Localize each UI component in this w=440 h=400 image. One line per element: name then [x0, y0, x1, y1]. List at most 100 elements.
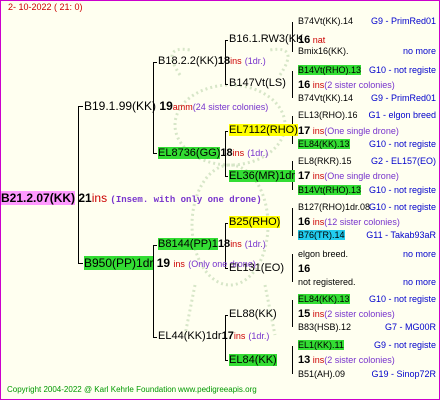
l4-tail: G7 - MG00R — [384, 322, 436, 332]
l4-tail: G10 - not registe — [368, 294, 436, 304]
l4-row-3[interactable]: B14Vt(RHO).13 G10 - not registe — [298, 65, 438, 75]
root-node[interactable]: B21.2.07(KK) 21ins (Insem. with only one… — [1, 191, 262, 205]
footer-copyright: Copyright 2004-2022 @ Karl Kehrle Founda… — [7, 385, 177, 394]
l3-tag-num: 16 — [298, 34, 311, 46]
l4-mid-num: 13 — [298, 354, 311, 366]
l4-tail: G2 - EL157(EO) — [370, 156, 436, 166]
l4-mid-6: 13 ins(2 sister colonies) — [298, 355, 395, 366]
l1-id: B19.1.99(KK) — [84, 99, 157, 113]
l2-id: B8144(PP)1 — [158, 238, 218, 250]
l4-mid-note: (2 sister colonies) — [324, 309, 395, 319]
l4-row-15[interactable]: EL1(KK).11 G9 - not registe — [298, 340, 438, 350]
l4-mid-note: (12 sister colonies) — [324, 217, 400, 227]
l4-tail: G10 - not registe — [368, 139, 436, 149]
l4-row-2[interactable]: Bmix16(KK). no more — [298, 47, 438, 56]
l3-id: EL88(KK) — [229, 308, 277, 320]
l2-id: EL8736(GG) — [158, 147, 221, 159]
l4-row-1[interactable]: B74Vt(KK).14 G9 - PrimRed01 — [298, 17, 438, 26]
l4-tail: G11 - Takab93aR — [366, 230, 436, 240]
l3-node-5[interactable]: B25(RHO) — [229, 216, 281, 228]
l3-node-8[interactable]: EL84(KK) — [229, 354, 277, 366]
l1-hline-bottom — [78, 263, 83, 264]
l2-node-1[interactable]: B18.2.2(KK)18ins (1dr.) — [158, 56, 266, 67]
l2-hline-b1 — [153, 245, 157, 246]
l4-id: B14Vt(RHO).13 — [298, 65, 362, 75]
l4-tail: G1 - elgon breed — [368, 110, 436, 120]
l4-id: B83(HSB).12 — [298, 322, 352, 332]
l2-ins: ins — [233, 331, 246, 341]
l4-mid-note: (2 sister colonies) — [324, 80, 395, 90]
l4-row-16[interactable]: B51(AH).09 G19 - Sinop72R — [298, 370, 438, 379]
l4-tail: no more — [402, 277, 436, 287]
l4-row-14[interactable]: B83(HSB).12 G7 - MG00R — [298, 323, 438, 332]
l4-mid-2: 17 ins(One single drone) — [298, 171, 399, 182]
l4-mid-num: 16 — [298, 263, 311, 275]
root-note: (Insem. with only one drone) — [110, 195, 262, 205]
l4-row-8[interactable]: B14Vt(RHO).13 G10 - not registe — [298, 185, 438, 195]
l4-row-4[interactable]: B74Vt(KK).14 G9 - PrimRed01 — [298, 94, 438, 103]
l4-id: EL1(KK).11 — [298, 340, 344, 350]
l4-mid-1: 16 ins(2 sister colonies) — [298, 80, 395, 91]
l2-hline-a2 — [153, 153, 157, 154]
root-ins: ins — [91, 191, 108, 205]
l3-node-1[interactable]: B16.1.RW3(KK — [229, 34, 303, 45]
l4-row-5[interactable]: EL13(RHO).16 G1 - elgon breed — [298, 111, 438, 120]
l2-node-2[interactable]: EL8736(GG)18ins (1dr.) — [158, 147, 268, 159]
l3-h8 — [225, 360, 228, 361]
l4-mid-ins: ins — [312, 80, 325, 90]
root-num: 21 — [78, 191, 92, 205]
l4-mid-4: 16 — [298, 264, 310, 275]
l4-mid-note: (2 sister colonies) — [324, 355, 395, 365]
l2-num: 18 — [220, 147, 233, 159]
l4-row-13[interactable]: EL84(KK).13 G10 - not registe — [298, 294, 438, 304]
l2-node-4[interactable]: EL44(KK)1dr17ins (1dr.) — [158, 331, 269, 342]
l4-row-6[interactable]: EL84(KK).13 G10 - not registe — [298, 139, 438, 149]
l4-id: B74Vt(KK).14 — [298, 16, 354, 26]
l3-node-3[interactable]: EL7112(RHO) — [229, 124, 298, 136]
l4-v5 — [292, 208, 293, 236]
l4-id: B74Vt(KK).14 — [298, 93, 354, 103]
l3-node-6[interactable]: EL131(EO) — [229, 263, 284, 274]
l1-node-1[interactable]: B19.1.99(KK) 19amm(24 sister colonies) — [84, 100, 268, 112]
l1-ins: amm — [172, 102, 193, 112]
l4-id: EL13(RHO).16 — [298, 110, 358, 120]
l3-id: B25(RHO) — [229, 216, 281, 228]
l4-row-10[interactable]: B76(TR).14 G11 - Takab93aR — [298, 230, 438, 240]
l3-h7 — [225, 315, 228, 316]
l4-row-11[interactable]: elgon breed. no more — [298, 250, 438, 259]
l4-row-12[interactable]: not registered. no more — [298, 278, 438, 287]
l3-tag-1: 16 nat — [298, 35, 325, 46]
l3-h1 — [225, 40, 228, 41]
l4-tail: no more — [402, 46, 436, 56]
l3-h4 — [225, 176, 228, 177]
report-date: 2- 10-2022 ( 21: 0) — [8, 2, 83, 12]
l4-mid-ins: ins — [312, 171, 325, 181]
l3-id: EL131(EO) — [229, 262, 285, 274]
l1-num: 19 — [156, 256, 171, 270]
l4-id: EL84(KK).13 — [298, 139, 350, 149]
l2-note: (1dr.) — [244, 239, 266, 249]
footer-site-link[interactable]: www.pedigreeapis.org — [178, 386, 257, 394]
l4-mid-ins: ins — [312, 309, 325, 319]
l4-tail: G19 - Sinop72R — [371, 369, 436, 379]
l3-node-7[interactable]: EL88(KK) — [229, 309, 277, 320]
l4-id: B14Vt(RHO).13 — [298, 185, 362, 195]
l3-tag-note: (One single drone) — [324, 126, 399, 136]
l3-tag-3: 17 ins(One single drone) — [298, 126, 399, 137]
l2-note: (1dr.) — [248, 331, 270, 341]
l4-mid-num: 15 — [298, 308, 311, 320]
l4-tail: G9 - PrimRed01 — [370, 93, 436, 103]
l4-row-9[interactable]: B127(RHO)1dr.08 G10 - not registe — [298, 203, 438, 212]
pedigree-canvas: 2- 10-2022 ( 21: 0) B21.2.07(KK) 21ins (… — [0, 0, 440, 400]
l4-id: elgon breed. — [298, 249, 349, 259]
l4-id: Bmix16(KK). — [298, 46, 349, 56]
l3-node-4[interactable]: EL36(MR)1dr — [229, 170, 296, 182]
l2-hline-a1 — [153, 62, 157, 63]
l4-v8 — [292, 346, 293, 374]
l4-row-7[interactable]: EL8(RKR).15 G2 - EL157(EO) — [298, 157, 438, 166]
l2-ins: ins — [232, 148, 245, 158]
l4-v6 — [292, 254, 293, 282]
l2-ins: ins — [230, 239, 242, 249]
l3-node-2[interactable]: B147Vt(LS) — [229, 78, 286, 89]
l2-node-3[interactable]: B8144(PP)118ins (1dr.) — [158, 238, 266, 250]
